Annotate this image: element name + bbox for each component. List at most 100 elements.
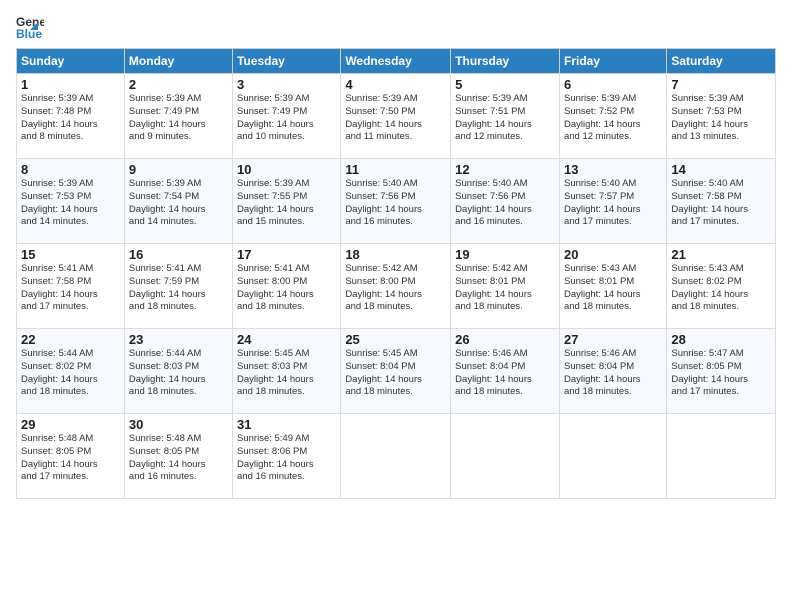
calendar-cell: 19Sunrise: 5:42 AM Sunset: 8:01 PM Dayli… (451, 244, 560, 329)
calendar-cell: 10Sunrise: 5:39 AM Sunset: 7:55 PM Dayli… (233, 159, 341, 244)
calendar-cell: 13Sunrise: 5:40 AM Sunset: 7:57 PM Dayli… (559, 159, 666, 244)
day-info: Sunrise: 5:39 AM Sunset: 7:54 PM Dayligh… (129, 178, 228, 229)
calendar-cell: 12Sunrise: 5:40 AM Sunset: 7:56 PM Dayli… (451, 159, 560, 244)
day-number: 9 (129, 162, 228, 177)
calendar-cell: 25Sunrise: 5:45 AM Sunset: 8:04 PM Dayli… (341, 329, 451, 414)
weekday-header: Saturday (667, 49, 776, 74)
day-number: 21 (671, 247, 771, 262)
day-number: 20 (564, 247, 662, 262)
calendar-week-row: 15Sunrise: 5:41 AM Sunset: 7:58 PM Dayli… (17, 244, 776, 329)
day-info: Sunrise: 5:39 AM Sunset: 7:53 PM Dayligh… (21, 178, 120, 229)
day-info: Sunrise: 5:46 AM Sunset: 8:04 PM Dayligh… (564, 348, 662, 399)
weekday-header: Tuesday (233, 49, 341, 74)
day-number: 17 (237, 247, 336, 262)
day-info: Sunrise: 5:43 AM Sunset: 8:02 PM Dayligh… (671, 263, 771, 314)
calendar-header-row: SundayMondayTuesdayWednesdayThursdayFrid… (17, 49, 776, 74)
day-number: 12 (455, 162, 555, 177)
calendar-cell: 4Sunrise: 5:39 AM Sunset: 7:50 PM Daylig… (341, 74, 451, 159)
calendar-cell: 23Sunrise: 5:44 AM Sunset: 8:03 PM Dayli… (124, 329, 232, 414)
calendar-cell: 24Sunrise: 5:45 AM Sunset: 8:03 PM Dayli… (233, 329, 341, 414)
day-info: Sunrise: 5:44 AM Sunset: 8:03 PM Dayligh… (129, 348, 228, 399)
weekday-header: Monday (124, 49, 232, 74)
weekday-header: Wednesday (341, 49, 451, 74)
calendar-cell: 31Sunrise: 5:49 AM Sunset: 8:06 PM Dayli… (233, 414, 341, 499)
calendar-cell: 21Sunrise: 5:43 AM Sunset: 8:02 PM Dayli… (667, 244, 776, 329)
day-info: Sunrise: 5:42 AM Sunset: 8:01 PM Dayligh… (455, 263, 555, 314)
day-number: 2 (129, 77, 228, 92)
day-info: Sunrise: 5:40 AM Sunset: 7:58 PM Dayligh… (671, 178, 771, 229)
calendar-cell: 20Sunrise: 5:43 AM Sunset: 8:01 PM Dayli… (559, 244, 666, 329)
day-number: 22 (21, 332, 120, 347)
day-info: Sunrise: 5:39 AM Sunset: 7:49 PM Dayligh… (237, 93, 336, 144)
day-number: 11 (345, 162, 446, 177)
day-number: 8 (21, 162, 120, 177)
day-info: Sunrise: 5:41 AM Sunset: 7:58 PM Dayligh… (21, 263, 120, 314)
day-info: Sunrise: 5:39 AM Sunset: 7:49 PM Dayligh… (129, 93, 228, 144)
weekday-header: Sunday (17, 49, 125, 74)
calendar-cell: 16Sunrise: 5:41 AM Sunset: 7:59 PM Dayli… (124, 244, 232, 329)
day-number: 26 (455, 332, 555, 347)
day-info: Sunrise: 5:39 AM Sunset: 7:50 PM Dayligh… (345, 93, 446, 144)
weekday-header: Thursday (451, 49, 560, 74)
calendar-cell (667, 414, 776, 499)
day-number: 19 (455, 247, 555, 262)
calendar-cell: 2Sunrise: 5:39 AM Sunset: 7:49 PM Daylig… (124, 74, 232, 159)
day-number: 5 (455, 77, 555, 92)
calendar-cell: 28Sunrise: 5:47 AM Sunset: 8:05 PM Dayli… (667, 329, 776, 414)
day-number: 15 (21, 247, 120, 262)
day-info: Sunrise: 5:43 AM Sunset: 8:01 PM Dayligh… (564, 263, 662, 314)
calendar-table: SundayMondayTuesdayWednesdayThursdayFrid… (16, 48, 776, 499)
calendar-cell: 18Sunrise: 5:42 AM Sunset: 8:00 PM Dayli… (341, 244, 451, 329)
calendar-cell: 30Sunrise: 5:48 AM Sunset: 8:05 PM Dayli… (124, 414, 232, 499)
day-info: Sunrise: 5:39 AM Sunset: 7:51 PM Dayligh… (455, 93, 555, 144)
day-number: 10 (237, 162, 336, 177)
day-info: Sunrise: 5:48 AM Sunset: 8:05 PM Dayligh… (21, 433, 120, 484)
calendar-cell: 6Sunrise: 5:39 AM Sunset: 7:52 PM Daylig… (559, 74, 666, 159)
calendar-week-row: 22Sunrise: 5:44 AM Sunset: 8:02 PM Dayli… (17, 329, 776, 414)
weekday-header: Friday (559, 49, 666, 74)
calendar-cell: 14Sunrise: 5:40 AM Sunset: 7:58 PM Dayli… (667, 159, 776, 244)
day-info: Sunrise: 5:39 AM Sunset: 7:55 PM Dayligh… (237, 178, 336, 229)
calendar-cell (341, 414, 451, 499)
calendar-cell: 17Sunrise: 5:41 AM Sunset: 8:00 PM Dayli… (233, 244, 341, 329)
day-number: 4 (345, 77, 446, 92)
calendar-cell: 5Sunrise: 5:39 AM Sunset: 7:51 PM Daylig… (451, 74, 560, 159)
header: General Blue (16, 12, 776, 40)
day-info: Sunrise: 5:41 AM Sunset: 8:00 PM Dayligh… (237, 263, 336, 314)
day-number: 13 (564, 162, 662, 177)
day-info: Sunrise: 5:47 AM Sunset: 8:05 PM Dayligh… (671, 348, 771, 399)
calendar-week-row: 29Sunrise: 5:48 AM Sunset: 8:05 PM Dayli… (17, 414, 776, 499)
calendar-cell: 11Sunrise: 5:40 AM Sunset: 7:56 PM Dayli… (341, 159, 451, 244)
day-info: Sunrise: 5:41 AM Sunset: 7:59 PM Dayligh… (129, 263, 228, 314)
day-number: 25 (345, 332, 446, 347)
calendar-week-row: 1Sunrise: 5:39 AM Sunset: 7:48 PM Daylig… (17, 74, 776, 159)
day-number: 16 (129, 247, 228, 262)
day-number: 6 (564, 77, 662, 92)
calendar-cell: 15Sunrise: 5:41 AM Sunset: 7:58 PM Dayli… (17, 244, 125, 329)
calendar-cell: 27Sunrise: 5:46 AM Sunset: 8:04 PM Dayli… (559, 329, 666, 414)
day-info: Sunrise: 5:42 AM Sunset: 8:00 PM Dayligh… (345, 263, 446, 314)
day-info: Sunrise: 5:46 AM Sunset: 8:04 PM Dayligh… (455, 348, 555, 399)
calendar-cell: 8Sunrise: 5:39 AM Sunset: 7:53 PM Daylig… (17, 159, 125, 244)
logo-icon: General Blue (16, 12, 44, 40)
calendar-cell: 29Sunrise: 5:48 AM Sunset: 8:05 PM Dayli… (17, 414, 125, 499)
day-info: Sunrise: 5:45 AM Sunset: 8:03 PM Dayligh… (237, 348, 336, 399)
day-info: Sunrise: 5:40 AM Sunset: 7:56 PM Dayligh… (455, 178, 555, 229)
calendar-cell: 7Sunrise: 5:39 AM Sunset: 7:53 PM Daylig… (667, 74, 776, 159)
day-info: Sunrise: 5:49 AM Sunset: 8:06 PM Dayligh… (237, 433, 336, 484)
day-number: 3 (237, 77, 336, 92)
day-number: 7 (671, 77, 771, 92)
day-info: Sunrise: 5:39 AM Sunset: 7:52 PM Dayligh… (564, 93, 662, 144)
calendar-cell: 1Sunrise: 5:39 AM Sunset: 7:48 PM Daylig… (17, 74, 125, 159)
day-info: Sunrise: 5:40 AM Sunset: 7:57 PM Dayligh… (564, 178, 662, 229)
day-number: 30 (129, 417, 228, 432)
day-number: 1 (21, 77, 120, 92)
svg-text:Blue: Blue (16, 27, 42, 40)
calendar-cell (451, 414, 560, 499)
day-number: 23 (129, 332, 228, 347)
calendar-cell: 9Sunrise: 5:39 AM Sunset: 7:54 PM Daylig… (124, 159, 232, 244)
calendar-cell: 26Sunrise: 5:46 AM Sunset: 8:04 PM Dayli… (451, 329, 560, 414)
logo: General Blue (16, 12, 48, 40)
day-number: 27 (564, 332, 662, 347)
day-info: Sunrise: 5:48 AM Sunset: 8:05 PM Dayligh… (129, 433, 228, 484)
